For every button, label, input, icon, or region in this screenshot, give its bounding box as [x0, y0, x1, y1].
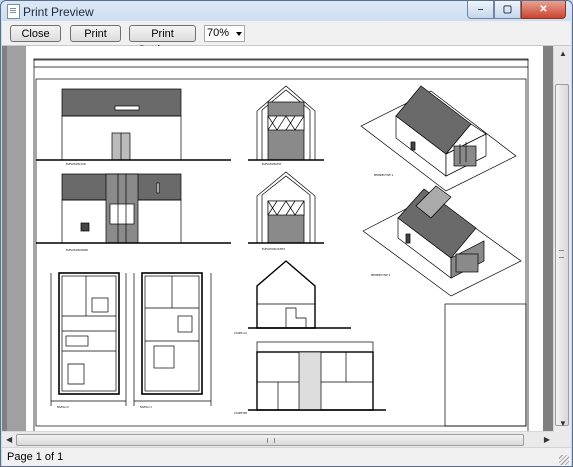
- document-icon: [7, 4, 20, 19]
- vertical-scroll-thumb[interactable]: [555, 84, 569, 426]
- zoom-value: 70%: [207, 27, 230, 39]
- plan-niveau-0: [50, 272, 127, 406]
- elevation-est: [248, 85, 324, 161]
- coupe-bb: [248, 341, 386, 411]
- preview-page: ÉLÉVATION SUD ÉLÉVATION EST PERSPECTIVE …: [26, 46, 543, 431]
- close-icon: ✕: [539, 4, 548, 15]
- elevation-nord: [36, 173, 231, 244]
- close-button[interactable]: Close: [10, 25, 61, 42]
- drawing-label: COUPE AA: [234, 331, 247, 335]
- resize-grip-icon[interactable]: [559, 455, 569, 465]
- minimize-icon: –: [477, 4, 484, 15]
- zoom-select[interactable]: 70%: [204, 25, 245, 42]
- horizontal-scroll-thumb[interactable]: [16, 434, 524, 446]
- maximize-icon: ▢: [502, 4, 513, 15]
- scroll-right-icon[interactable]: ▶: [544, 435, 550, 444]
- title-block: [444, 303, 527, 427]
- chevron-down-icon: [236, 32, 242, 36]
- scroll-left-icon[interactable]: ◀: [6, 435, 12, 444]
- drawing-label: ÉLÉVATION OUEST: [262, 246, 285, 251]
- coupe-aa: [248, 260, 351, 329]
- drawing-label: NIVEAU 0: [57, 405, 69, 409]
- maximize-button[interactable]: ▢: [494, 1, 521, 19]
- status-bar: Page 1 of 1: [2, 447, 571, 466]
- close-window-button[interactable]: ✕: [521, 1, 566, 19]
- drawing-label: ÉLÉVATION NORD: [66, 247, 88, 252]
- drawing-label: PERSPECTIVE 1: [374, 173, 394, 177]
- toolbar: Close Print Print Settings... 70%: [2, 21, 571, 56]
- drawing-label: PERSPECTIVE 2: [371, 273, 391, 277]
- elevation-sud: [36, 88, 231, 161]
- scroll-up-icon[interactable]: ▲: [559, 49, 567, 58]
- drawing-label: ÉLÉVATION EST: [262, 161, 282, 166]
- page-indicator: Page 1 of 1: [7, 451, 64, 463]
- plan-niveau-1: [133, 272, 212, 406]
- architectural-drawing: ÉLÉVATION SUD ÉLÉVATION EST PERSPECTIVE …: [33, 58, 529, 431]
- scroll-corner: [554, 431, 571, 447]
- vertical-scrollbar[interactable]: ▲ ▼: [553, 46, 571, 431]
- drawing-label: COUPE BB: [234, 411, 247, 415]
- horizontal-scrollbar[interactable]: ◀ ▶: [2, 431, 554, 448]
- window-title: Print Preview: [23, 5, 94, 19]
- print-preview-window: Print Preview – ▢ ✕ Close Print Print Se…: [0, 0, 573, 467]
- print-button[interactable]: Print: [70, 25, 121, 42]
- page-margin-left: [7, 46, 26, 431]
- perspective-2: [362, 185, 522, 297]
- elevation-ouest: [248, 171, 324, 244]
- drawing-label: ÉLÉVATION SUD: [66, 161, 86, 166]
- scroll-down-icon[interactable]: ▼: [559, 419, 567, 428]
- window-controls: – ▢ ✕: [467, 1, 566, 19]
- minimize-button[interactable]: –: [467, 1, 494, 19]
- drawing-label: NIVEAU 1: [140, 405, 152, 409]
- print-settings-button[interactable]: Print Settings...: [129, 25, 196, 56]
- title-bar[interactable]: Print Preview – ▢ ✕: [1, 1, 572, 21]
